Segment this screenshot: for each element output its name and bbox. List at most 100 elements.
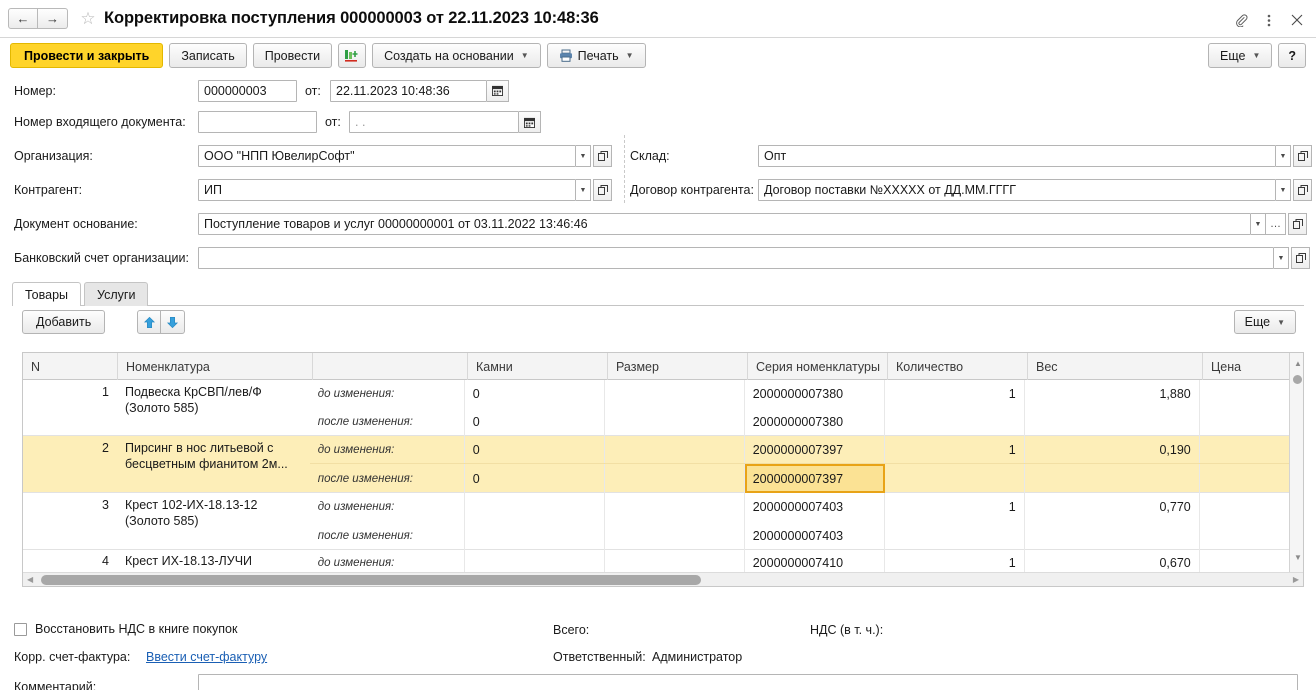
vertical-scrollbar[interactable]: ▲ ▼ <box>1289 353 1303 586</box>
cell-price[interactable] <box>1200 408 1288 436</box>
cell-size[interactable] <box>605 380 745 408</box>
number-input[interactable]: 000000003 <box>198 79 297 102</box>
print-button[interactable]: Печать ▼ <box>546 43 646 68</box>
cell-weight[interactable] <box>1025 464 1200 493</box>
report-movements-button[interactable] <box>338 43 367 68</box>
cell-stones[interactable] <box>465 521 605 550</box>
scroll-up-icon[interactable]: ▲ <box>1294 359 1302 368</box>
chevron-down-icon[interactable]: ▼ <box>576 145 591 167</box>
open-basis-doc-icon[interactable] <box>1288 213 1307 235</box>
cell-price[interactable] <box>1200 436 1288 463</box>
arrow-down-icon[interactable] <box>161 310 185 334</box>
more-button[interactable]: Еще ▼ <box>1208 43 1273 68</box>
scroll-down-icon[interactable]: ▼ <box>1294 553 1302 562</box>
column-header-n[interactable]: N <box>23 353 118 380</box>
post-button[interactable]: Провести <box>252 43 333 68</box>
tab-goods[interactable]: Товары <box>12 282 81 306</box>
cell-series[interactable]: 2000000007397 <box>745 436 885 463</box>
help-button[interactable]: ? <box>1278 43 1306 68</box>
cell-price[interactable] <box>1200 464 1288 493</box>
row-item-name[interactable]: Крест 102-ИХ-18.13-12 (Золото 585) <box>117 493 310 549</box>
column-header-series[interactable]: Серия номенклатуры <box>748 353 888 380</box>
table-row[interactable]: 3 Крест 102-ИХ-18.13-12 (Золото 585) до … <box>23 493 1303 550</box>
vertical-scroll-thumb[interactable] <box>1293 375 1302 384</box>
cell-weight[interactable]: 0,770 <box>1025 493 1200 521</box>
open-counterparty-icon[interactable] <box>593 179 612 201</box>
column-header-qty[interactable]: Количество <box>888 353 1028 380</box>
cell-price[interactable] <box>1200 380 1288 408</box>
chevron-down-icon[interactable]: ▼ <box>1276 145 1291 167</box>
arrow-up-icon[interactable] <box>137 310 161 334</box>
calendar-icon[interactable] <box>519 111 541 133</box>
cell-qty[interactable] <box>885 408 1025 436</box>
paperclip-icon[interactable] <box>1228 9 1254 31</box>
cell-series[interactable]: 2000000007403 <box>745 493 885 521</box>
cell-size[interactable] <box>605 436 745 463</box>
cell-stones[interactable] <box>465 493 605 521</box>
forward-icon[interactable]: → <box>38 8 68 29</box>
cell-stones[interactable]: 0 <box>465 464 605 493</box>
close-icon[interactable] <box>1284 9 1310 31</box>
row-item-name[interactable]: Подвеска КрСВП/лев/Ф (Золото 585) <box>117 380 310 435</box>
cell-price[interactable] <box>1200 493 1288 521</box>
write-button[interactable]: Записать <box>169 43 247 68</box>
chevron-down-icon[interactable]: ▼ <box>1274 247 1289 269</box>
more-menu-icon[interactable] <box>1256 9 1282 31</box>
chevron-down-icon[interactable]: ▼ <box>1276 179 1291 201</box>
cell-weight[interactable] <box>1025 521 1200 550</box>
open-organization-icon[interactable] <box>593 145 612 167</box>
contract-input[interactable]: Договор поставки №XXXXX от ДД.ММ.ГГГГ <box>758 179 1276 201</box>
back-icon[interactable]: ← <box>8 8 38 29</box>
cell-weight[interactable]: 0,190 <box>1025 436 1200 463</box>
cell-size[interactable] <box>605 464 745 493</box>
cell-qty[interactable]: 1 <box>885 380 1025 408</box>
basis-doc-input[interactable]: Поступление товаров и услуг 00000000001 … <box>198 213 1251 235</box>
cell-size[interactable] <box>605 408 745 436</box>
ellipsis-select-icon[interactable]: … <box>1266 213 1286 235</box>
favorite-star-icon[interactable]: ☆ <box>76 9 100 29</box>
cell-qty[interactable]: 1 <box>885 493 1025 521</box>
column-header-change[interactable] <box>313 353 468 380</box>
cell-price[interactable] <box>1200 521 1288 550</box>
cell-series-focused[interactable]: 2000000007397 <box>744 464 885 493</box>
cell-series[interactable]: 2000000007380 <box>745 380 885 408</box>
column-header-weight[interactable]: Вес <box>1028 353 1203 380</box>
add-row-button[interactable]: Добавить <box>22 310 106 334</box>
scroll-right-icon[interactable]: ▶ <box>1293 575 1299 584</box>
cell-weight[interactable]: 1,880 <box>1025 380 1200 408</box>
table-row[interactable]: 1 Подвеска КрСВП/лев/Ф (Золото 585) до и… <box>23 380 1303 436</box>
cell-stones[interactable]: 0 <box>465 380 605 408</box>
cell-size[interactable] <box>605 493 745 521</box>
cell-weight[interactable] <box>1025 408 1200 436</box>
incoming-doc-input[interactable] <box>198 111 317 133</box>
row-item-name[interactable]: Пирсинг в нос литьевой с бесцветным фиан… <box>117 436 310 492</box>
column-header-stones[interactable]: Камни <box>468 353 608 380</box>
cell-series[interactable]: 2000000007403 <box>745 521 885 550</box>
open-bank-account-icon[interactable] <box>1291 247 1310 269</box>
post-and-close-button[interactable]: Провести и закрыть <box>10 43 164 68</box>
cell-stones[interactable]: 0 <box>465 408 605 436</box>
table-more-button[interactable]: Еще ▼ <box>1233 310 1296 334</box>
cell-size[interactable] <box>605 521 745 550</box>
open-contract-icon[interactable] <box>1293 179 1312 201</box>
organization-input[interactable]: ООО "НПП ЮвелирСофт" <box>198 145 576 167</box>
chevron-down-icon[interactable]: ▼ <box>1251 213 1266 235</box>
column-header-item[interactable]: Номенклатура <box>118 353 313 380</box>
enter-invoice-link[interactable]: Ввести счет-фактуру <box>146 650 267 664</box>
tab-services[interactable]: Услуги <box>84 282 149 306</box>
incoming-date-input[interactable]: . . <box>349 111 519 133</box>
cell-stones[interactable]: 0 <box>465 436 605 463</box>
cell-qty[interactable] <box>885 464 1025 493</box>
column-header-price[interactable]: Цена <box>1203 353 1291 380</box>
comment-input[interactable] <box>198 674 1298 690</box>
open-warehouse-icon[interactable] <box>1293 145 1312 167</box>
create-based-on-button[interactable]: Создать на основании ▼ <box>372 43 541 68</box>
counterparty-input[interactable]: ИП <box>198 179 576 201</box>
cell-qty[interactable]: 1 <box>885 436 1025 463</box>
goods-grid[interactable]: N Номенклатура Камни Размер Серия номенк… <box>22 352 1304 587</box>
restore-vat-checkbox[interactable] <box>14 622 27 636</box>
column-header-size[interactable]: Размер <box>608 353 748 380</box>
bank-account-input[interactable] <box>198 247 1274 269</box>
calendar-icon[interactable] <box>487 79 509 102</box>
horizontal-scrollbar[interactable]: ◀ ▶ <box>23 572 1303 586</box>
